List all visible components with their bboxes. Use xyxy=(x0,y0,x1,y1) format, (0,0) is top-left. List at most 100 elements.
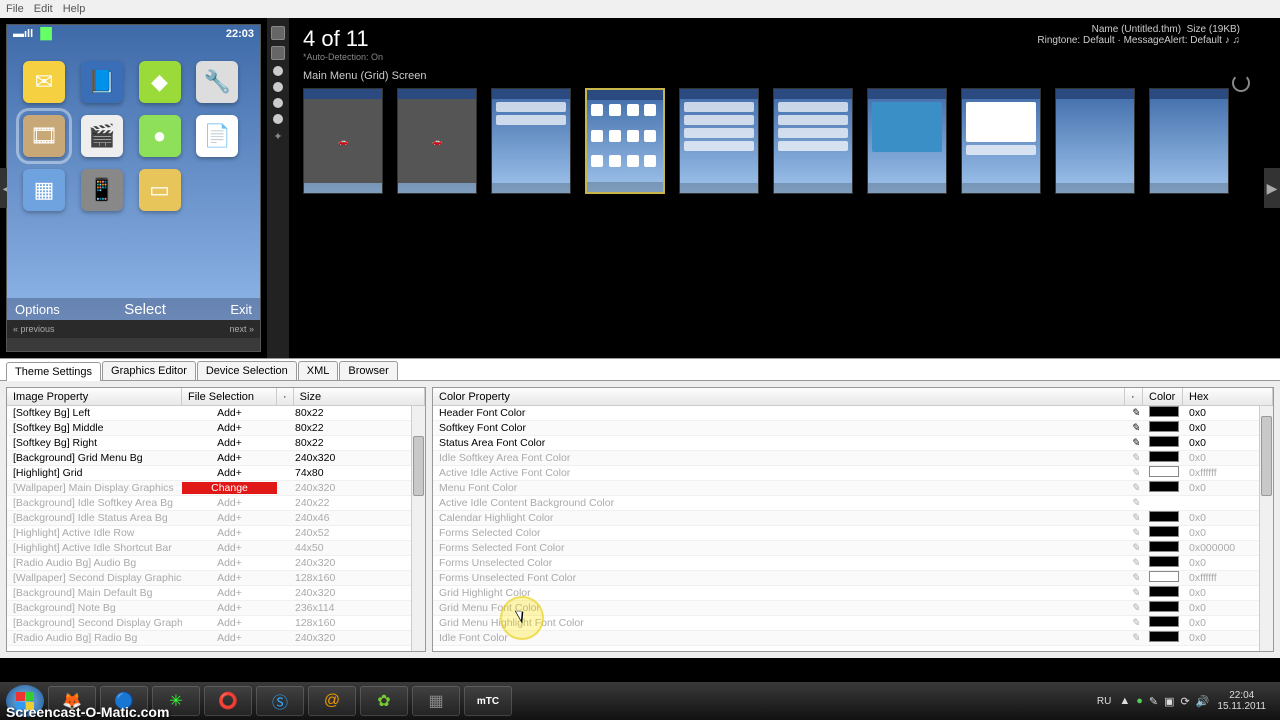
tool-dot-3[interactable] xyxy=(273,98,283,108)
image-row[interactable]: [Highlight] GridAdd+74x80 xyxy=(7,466,425,481)
color-row[interactable]: Forms Selected Font Color✎0x000000 xyxy=(433,541,1273,556)
tool-2[interactable] xyxy=(271,46,285,60)
softkey-select[interactable]: Select xyxy=(124,301,166,318)
image-row[interactable]: [Softkey Bg] LeftAdd+80x22 xyxy=(7,406,425,421)
color-row[interactable]: Idle Softkey Area Font Color✎0x0 xyxy=(433,451,1273,466)
image-row[interactable]: [Background] Note BgAdd+236x114 xyxy=(7,601,425,616)
image-row[interactable]: [Softkey Bg] MiddleAdd+80x22 xyxy=(7,421,425,436)
app-notes-icon[interactable]: 📄 xyxy=(196,115,238,157)
image-row[interactable]: [Background] Grid Menu BgAdd+240x320 xyxy=(7,451,425,466)
next-screen-arrow[interactable]: ▶ xyxy=(1264,168,1280,208)
tray-volume-icon[interactable]: 🔊 xyxy=(1196,695,1210,708)
color-row[interactable]: Status Area Font Color✎0x0 xyxy=(433,436,1273,451)
softkey-left[interactable]: Options xyxy=(15,302,60,317)
color-row[interactable]: Idle Font Color✎0x0 xyxy=(433,631,1273,646)
color-row[interactable]: Header Font Color✎0x0 xyxy=(433,406,1273,421)
thumb-5[interactable] xyxy=(679,88,759,194)
app-settings-icon[interactable]: 🔧 xyxy=(196,61,238,103)
image-scrollbar[interactable] xyxy=(411,406,425,651)
tray-icon[interactable]: ▲ xyxy=(1119,695,1130,708)
thumb-2[interactable]: 🚗 xyxy=(397,88,477,194)
col-image-property[interactable]: Image Property xyxy=(7,388,182,405)
image-row[interactable]: [Background] Second Display GraphicsAdd+… xyxy=(7,616,425,631)
menu-help[interactable]: Help xyxy=(63,3,86,15)
taskbar-opera[interactable]: ⭕ xyxy=(204,686,252,716)
app-green-icon[interactable]: ● xyxy=(139,115,181,157)
menu-file[interactable]: File xyxy=(6,3,24,15)
app-apps-icon[interactable]: ▦ xyxy=(23,169,65,211)
tray-icon[interactable]: ● xyxy=(1136,695,1143,708)
image-row[interactable]: [Background] Idle Status Area BgAdd+240x… xyxy=(7,511,425,526)
app-messages-icon[interactable]: ✉ xyxy=(23,61,65,103)
image-row[interactable]: [Wallpaper] Second Display GraphicsAdd+1… xyxy=(7,571,425,586)
col-hex[interactable]: Hex xyxy=(1183,388,1273,405)
tool-dot-4[interactable] xyxy=(273,114,283,124)
taskbar-skype[interactable]: Ⓢ xyxy=(256,686,304,716)
thumb-1[interactable]: 🚗 xyxy=(303,88,383,194)
menu-edit[interactable]: Edit xyxy=(34,3,53,15)
image-row[interactable]: [Softkey Bg] RightAdd+80x22 xyxy=(7,436,425,451)
dpad-icon[interactable]: ✦ xyxy=(270,130,286,146)
tab-theme-settings[interactable]: Theme Settings xyxy=(6,362,101,381)
color-row[interactable]: Forms Unselected Font Color✎0xffffff xyxy=(433,571,1273,586)
image-row[interactable]: [Radio Audio Bg] Audio BgAdd+240x320 xyxy=(7,556,425,571)
thumb-3[interactable] xyxy=(491,88,571,194)
taskbar-app-8[interactable]: ▦ xyxy=(412,686,460,716)
tray-icon[interactable]: ▣ xyxy=(1164,695,1174,708)
image-row[interactable]: [Background] Main Default BgAdd+240x320 xyxy=(7,586,425,601)
tab-graphics-editor[interactable]: Graphics Editor xyxy=(102,361,196,380)
phone-preview-frame: ▬ıll █▌ 22:03 ✉ 📘 ◆ 🔧 🎞 🎬 ● 📄 ▦ 📱 ▭ Opti… xyxy=(6,24,261,352)
thumb-4-selected[interactable] xyxy=(585,88,665,194)
color-row[interactable]: Forms Selected Color✎0x0 xyxy=(433,526,1273,541)
image-row[interactable]: [Radio Audio Bg] Radio BgAdd+240x320 xyxy=(7,631,425,646)
nav-previous[interactable]: « previous xyxy=(13,324,55,334)
nav-next[interactable]: next » xyxy=(229,324,254,334)
color-row[interactable]: Active Idle Active Font Color✎0xffffff xyxy=(433,466,1273,481)
color-row[interactable]: Softkey Font Color✎0x0 xyxy=(433,421,1273,436)
image-row[interactable]: [Background] Idle Softkey Area BgAdd+240… xyxy=(7,496,425,511)
col-color[interactable]: Color xyxy=(1143,388,1183,405)
tool-dot-2[interactable] xyxy=(273,82,283,92)
thumb-6[interactable] xyxy=(773,88,853,194)
taskbar-mtc[interactable]: mTC xyxy=(464,686,512,716)
col-sort-2[interactable]: · xyxy=(1125,388,1143,405)
color-row[interactable]: Forms Unselected Color✎0x0 xyxy=(433,556,1273,571)
taskbar-icq[interactable]: ✿ xyxy=(360,686,408,716)
refresh-icon[interactable] xyxy=(1232,74,1250,92)
tool-1[interactable] xyxy=(271,26,285,40)
app-contacts-icon[interactable]: 📘 xyxy=(81,61,123,103)
softkey-right[interactable]: Exit xyxy=(230,302,252,317)
tray-icon[interactable]: ⟳ xyxy=(1181,695,1190,708)
tab-browser[interactable]: Browser xyxy=(339,361,397,380)
taskbar-mail[interactable]: @ xyxy=(308,686,356,716)
col-sort[interactable]: · xyxy=(277,388,294,405)
tab-xml[interactable]: XML xyxy=(298,361,339,380)
thumb-8[interactable] xyxy=(961,88,1041,194)
image-row[interactable]: [Wallpaper] Main Display GraphicsChange2… xyxy=(7,481,425,496)
thumb-9[interactable] xyxy=(1055,88,1135,194)
thumb-7[interactable] xyxy=(867,88,947,194)
color-row[interactable]: Grid Menu Highlight Font Color✎0x0 xyxy=(433,616,1273,631)
app-sim-icon[interactable]: ▭ xyxy=(139,169,181,211)
app-phone-icon[interactable]: 📱 xyxy=(81,169,123,211)
tab-device-selection[interactable]: Device Selection xyxy=(197,361,297,380)
app-web-icon[interactable]: ◆ xyxy=(139,61,181,103)
col-file-selection[interactable]: File Selection xyxy=(182,388,277,405)
col-size[interactable]: Size xyxy=(294,388,425,405)
tool-dot-1[interactable] xyxy=(273,66,283,76)
color-row[interactable]: Calendar Highlight Color✎0x0 xyxy=(433,511,1273,526)
image-row[interactable]: [Highlight] Active Idle Shortcut BarAdd+… xyxy=(7,541,425,556)
color-row[interactable]: Menu Font Color✎0x0 xyxy=(433,481,1273,496)
thumb-10[interactable] xyxy=(1149,88,1229,194)
color-scrollbar[interactable] xyxy=(1259,406,1273,651)
color-row[interactable]: Active Idle Content Background Color✎ xyxy=(433,496,1273,511)
app-movie-icon[interactable]: 🎬 xyxy=(81,115,123,157)
col-color-property[interactable]: Color Property xyxy=(433,388,1125,405)
app-media-selected-icon[interactable]: 🎞 xyxy=(23,115,65,157)
color-row[interactable]: Grid Highlight Color✎0x0 xyxy=(433,586,1273,601)
tray-icon[interactable]: ✎ xyxy=(1149,695,1158,708)
color-row[interactable]: Grid Menu Font Color✎0x0 xyxy=(433,601,1273,616)
tray-clock[interactable]: 22:04 15.11.2011 xyxy=(1217,690,1266,712)
image-row[interactable]: [Highlight] Active Idle RowAdd+240x52 xyxy=(7,526,425,541)
tray-lang[interactable]: RU xyxy=(1097,696,1111,707)
